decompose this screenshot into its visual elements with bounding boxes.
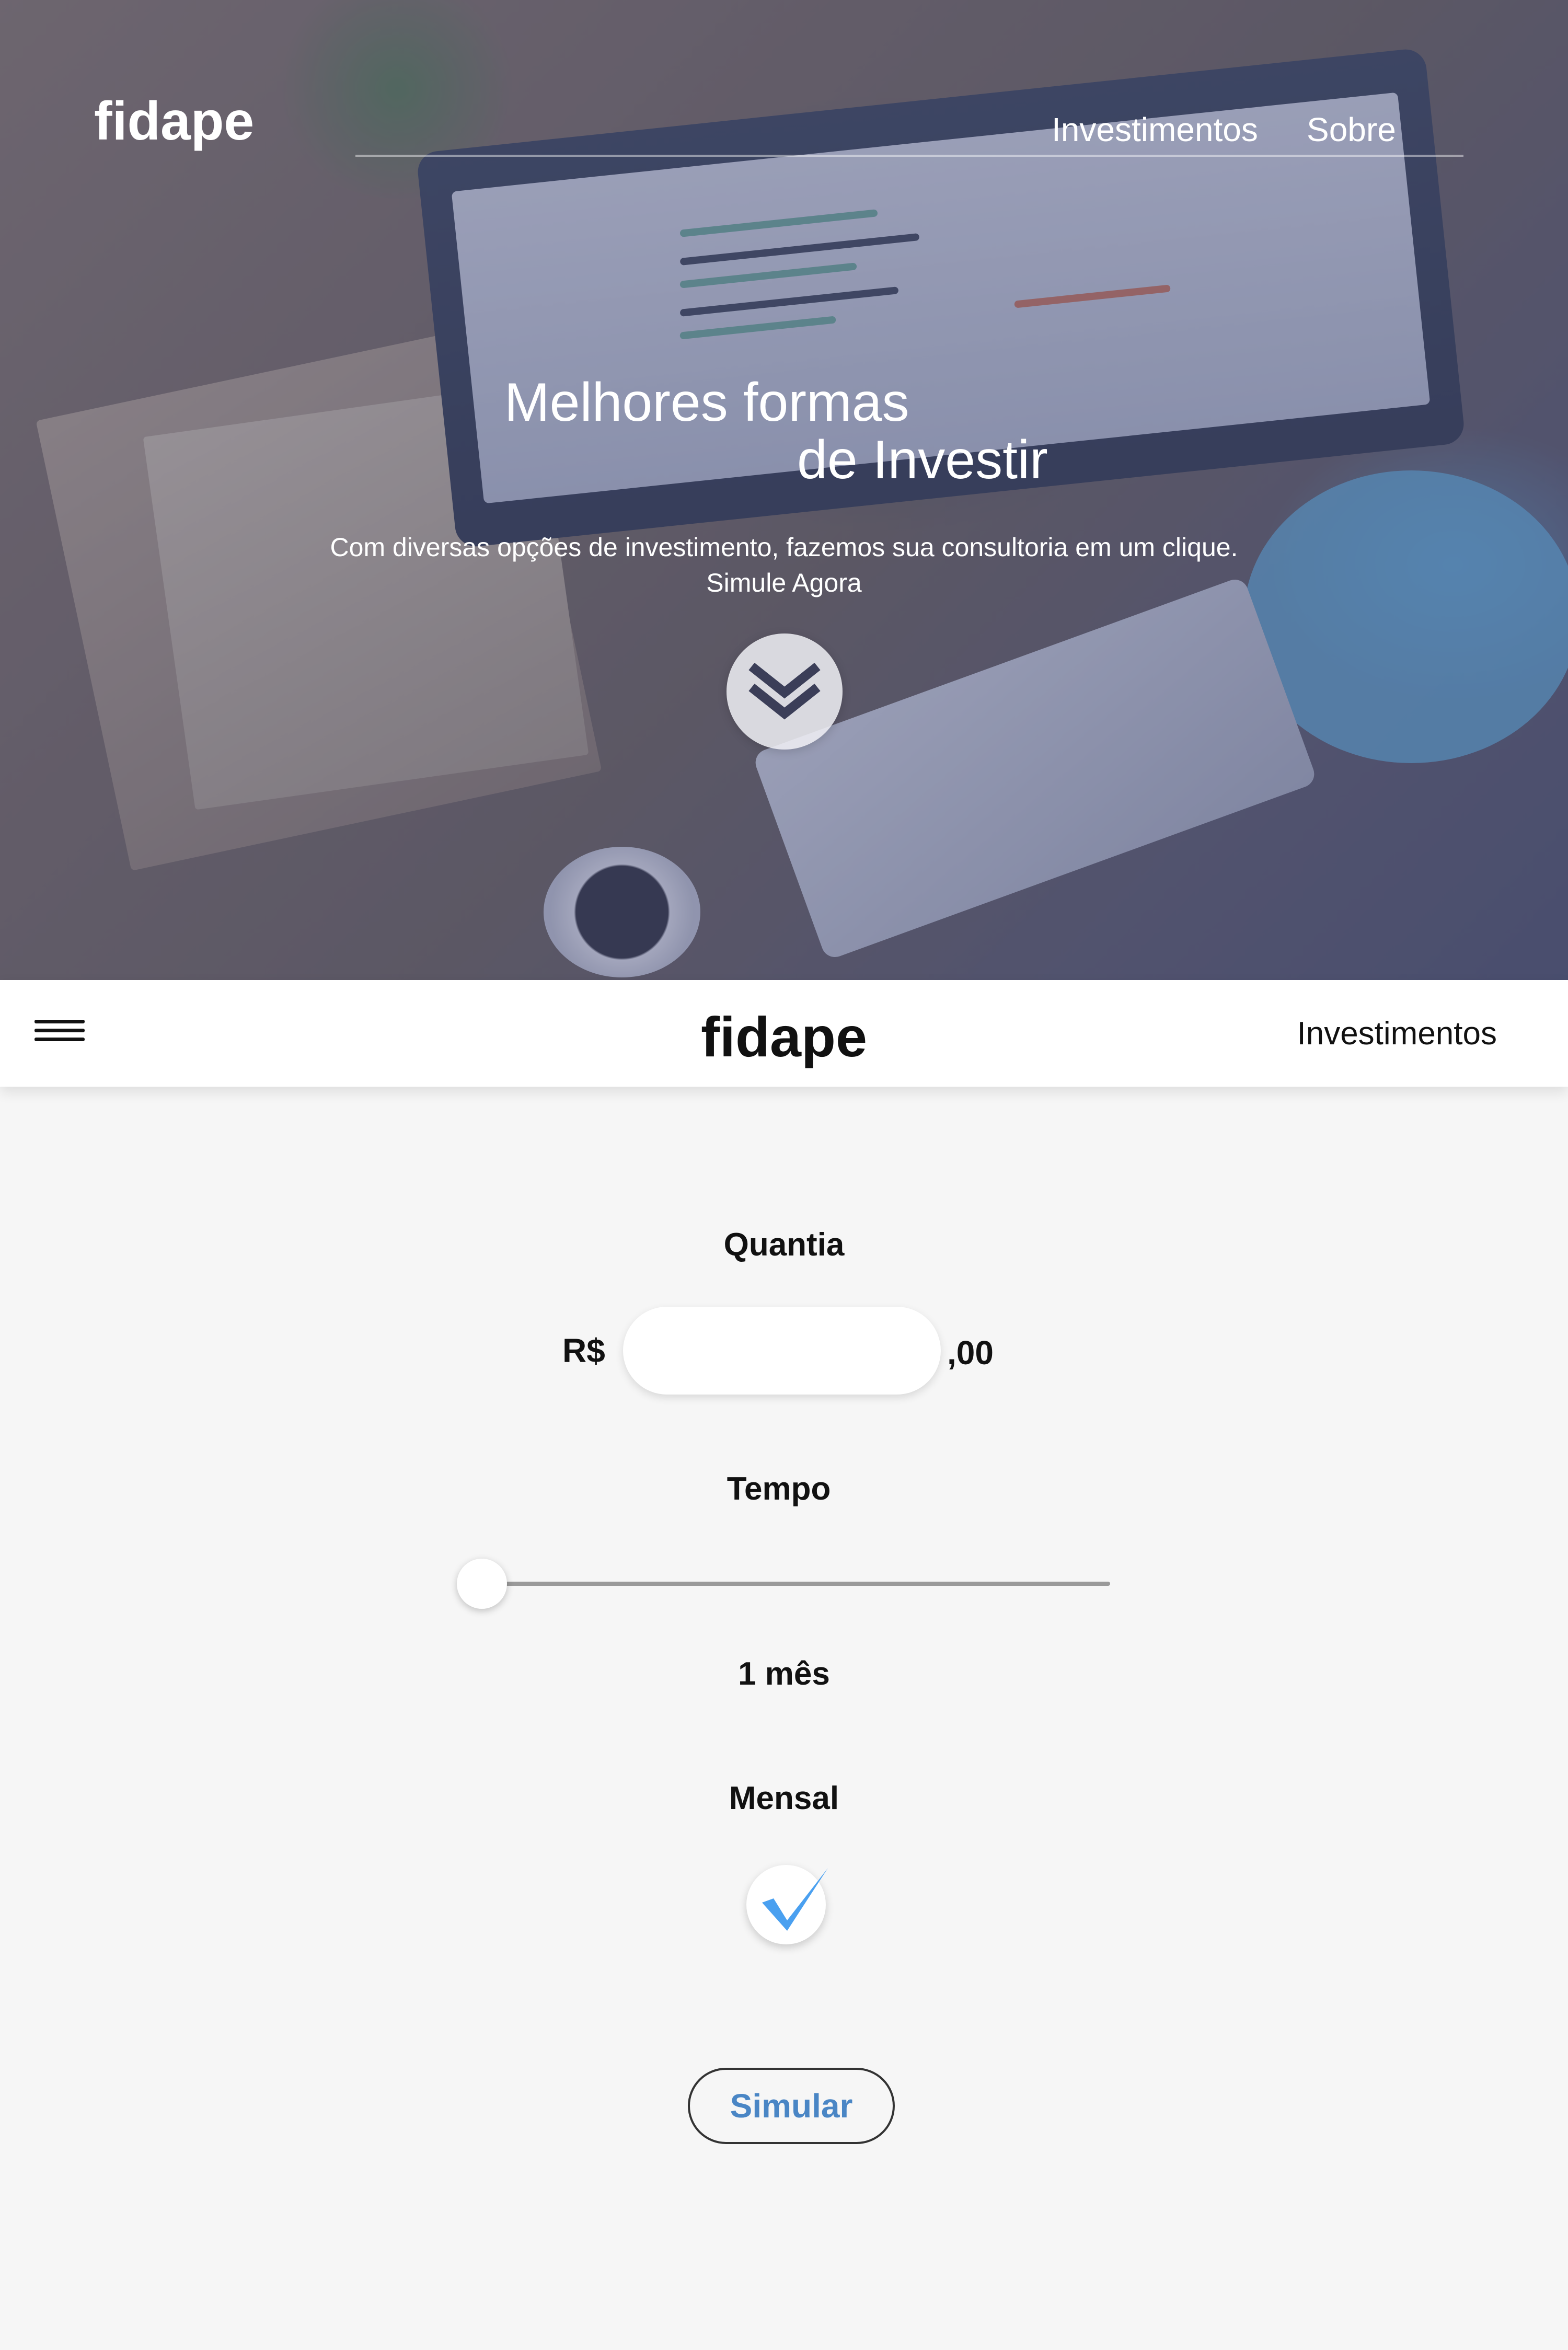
time-slider-track[interactable] xyxy=(481,1582,1110,1586)
hero-nav-investimentos[interactable]: Investimentos xyxy=(1052,113,1258,146)
chevron-double-down-icon xyxy=(748,662,821,720)
time-slider-thumb[interactable] xyxy=(457,1559,507,1609)
hero-nav-divider xyxy=(355,155,1463,157)
monthly-label: Mensal xyxy=(729,1780,839,1816)
time-value: 1 mês xyxy=(738,1656,830,1692)
currency-prefix: R$ xyxy=(562,1332,605,1369)
simulate-button[interactable]: Simular xyxy=(688,2068,895,2144)
hero-nav-sobre[interactable]: Sobre xyxy=(1307,113,1396,146)
hero-title-line2: de Investir xyxy=(797,430,1048,490)
time-label: Tempo xyxy=(727,1471,831,1507)
amount-input[interactable] xyxy=(623,1307,941,1395)
hero-cta-text[interactable]: Simule Agora xyxy=(0,570,1568,596)
scroll-down-button[interactable] xyxy=(727,633,843,750)
hero-title-line1: Melhores formas xyxy=(504,372,909,433)
header-link-investimentos[interactable]: Investimentos xyxy=(1297,1018,1497,1050)
amount-label: Quantia xyxy=(723,1227,845,1263)
app-header: fidape Investimentos xyxy=(0,980,1568,1087)
cents-suffix: ,00 xyxy=(947,1334,994,1372)
hero-logo[interactable]: fidape xyxy=(94,94,254,148)
checkmark-icon xyxy=(762,1868,828,1931)
monthly-checkbox[interactable] xyxy=(746,1865,828,1944)
hero-subtitle: Com diversas opções de investimento, faz… xyxy=(330,533,1238,562)
hero-section: fidape Investimentos Sobre Melhores form… xyxy=(0,0,1568,980)
